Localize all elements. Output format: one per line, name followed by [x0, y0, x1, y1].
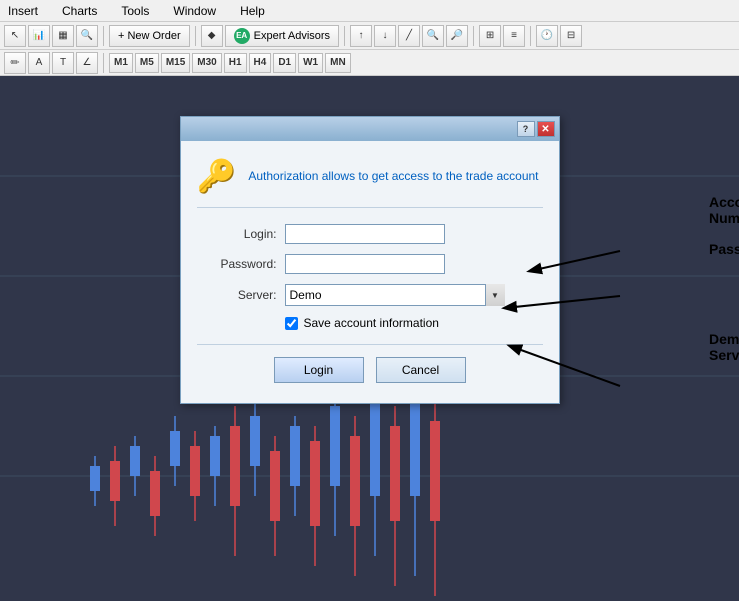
tb-clock-btn[interactable]: 🕐 — [536, 25, 558, 47]
timeframe-h1[interactable]: H1 — [224, 53, 247, 73]
tb-props-btn[interactable]: ⊞ — [479, 25, 501, 47]
new-order-icon: + — [118, 30, 124, 42]
separator4 — [473, 26, 474, 46]
tb-down-btn[interactable]: ↓ — [374, 25, 396, 47]
server-row: Server: Demo ▼ — [197, 284, 543, 306]
timeframe-m15[interactable]: M15 — [161, 53, 190, 73]
tb-zoom-out-btn[interactable]: 🔎 — [446, 25, 468, 47]
dialog-divider — [197, 344, 543, 345]
separator2 — [195, 26, 196, 46]
tb-extra-btn[interactable]: ⊟ — [560, 25, 582, 47]
password-input[interactable] — [285, 254, 445, 274]
tb-text-btn[interactable]: T — [52, 52, 74, 74]
password-label-annotation: Password — [709, 241, 739, 257]
tb-pencil-btn[interactable]: ✏ — [4, 52, 26, 74]
timeframe-m5[interactable]: M5 — [135, 53, 159, 73]
chart-area: ? ✕ 🔑 Authorization allows to get access… — [0, 76, 739, 601]
server-select-wrap: Demo ▼ — [285, 284, 505, 306]
timeframe-m1[interactable]: M1 — [109, 53, 133, 73]
dialog-header: 🔑 Authorization allows to get access to … — [197, 157, 543, 208]
menu-insert[interactable]: Insert — [4, 2, 42, 20]
login-label: Login: — [197, 227, 277, 241]
keys-icon: 🔑 — [197, 157, 237, 195]
new-order-button[interactable]: + New Order — [109, 25, 190, 47]
login-dialog: ? ✕ 🔑 Authorization allows to get access… — [180, 116, 560, 404]
account-number-label: Account Number — [709, 194, 739, 226]
password-label: Password: — [197, 257, 277, 271]
tb-zoom-btn[interactable]: 🔍 — [76, 25, 98, 47]
save-row: Save account information — [285, 316, 543, 330]
dialog-buttons: Login Cancel — [197, 357, 543, 387]
expert-advisors-button[interactable]: EA Expert Advisors — [225, 25, 339, 47]
tb-angle-btn[interactable]: ∠ — [76, 52, 98, 74]
menu-window[interactable]: Window — [169, 2, 220, 20]
dialog-body: 🔑 Authorization allows to get access to … — [181, 141, 559, 403]
tb-chart-btn[interactable]: 📊 — [28, 25, 50, 47]
save-label: Save account information — [304, 316, 439, 330]
dialog-titlebar: ? ✕ — [181, 117, 559, 141]
toolbar1: ↖ 📊 ▦ 🔍 + New Order ◆ EA Expert Advisors… — [0, 22, 739, 50]
tb-diamond-btn[interactable]: ◆ — [201, 25, 223, 47]
separator5 — [530, 26, 531, 46]
tb-up-btn[interactable]: ↑ — [350, 25, 372, 47]
tb-bars-btn[interactable]: ≡ — [503, 25, 525, 47]
expert-advisors-label: Expert Advisors — [254, 30, 330, 42]
menu-tools[interactable]: Tools — [117, 2, 153, 20]
tb-grid-btn[interactable]: ▦ — [52, 25, 74, 47]
expert-icon: EA — [234, 28, 250, 44]
tb-fontsize-btn[interactable]: A — [28, 52, 50, 74]
new-order-label: New Order — [127, 30, 180, 42]
timeframe-m30[interactable]: M30 — [192, 53, 221, 73]
dialog-description: Authorization allows to get access to th… — [248, 169, 538, 183]
tb-arrow-btn[interactable]: ↖ — [4, 25, 26, 47]
password-row: Password: — [197, 254, 543, 274]
demo-server-label: Demo Server — [709, 331, 739, 363]
timeframe-d1[interactable]: D1 — [273, 53, 296, 73]
tb-line-btn[interactable]: ╱ — [398, 25, 420, 47]
separator3 — [344, 26, 345, 46]
cancel-button[interactable]: Cancel — [376, 357, 466, 383]
server-label: Server: — [197, 288, 277, 302]
menu-help[interactable]: Help — [236, 2, 269, 20]
login-input[interactable] — [285, 224, 445, 244]
timeframe-h4[interactable]: H4 — [249, 53, 272, 73]
help-button[interactable]: ? — [517, 121, 535, 137]
save-checkbox[interactable] — [285, 317, 298, 330]
dialog-overlay: ? ✕ 🔑 Authorization allows to get access… — [0, 76, 739, 601]
menu-bar: Insert Charts Tools Window Help — [0, 0, 739, 22]
separator-tf — [103, 53, 104, 73]
close-button[interactable]: ✕ — [537, 121, 555, 137]
server-select[interactable]: Demo — [285, 284, 505, 306]
separator1 — [103, 26, 104, 46]
login-button[interactable]: Login — [274, 357, 364, 383]
tb-zoom-in-btn[interactable]: 🔍 — [422, 25, 444, 47]
toolbar2: ✏ A T ∠ M1 M5 M15 M30 H1 H4 D1 W1 MN — [0, 50, 739, 76]
timeframe-w1[interactable]: W1 — [298, 53, 323, 73]
timeframe-mn[interactable]: MN — [325, 53, 351, 73]
menu-charts[interactable]: Charts — [58, 2, 101, 20]
login-row: Login: — [197, 224, 543, 244]
